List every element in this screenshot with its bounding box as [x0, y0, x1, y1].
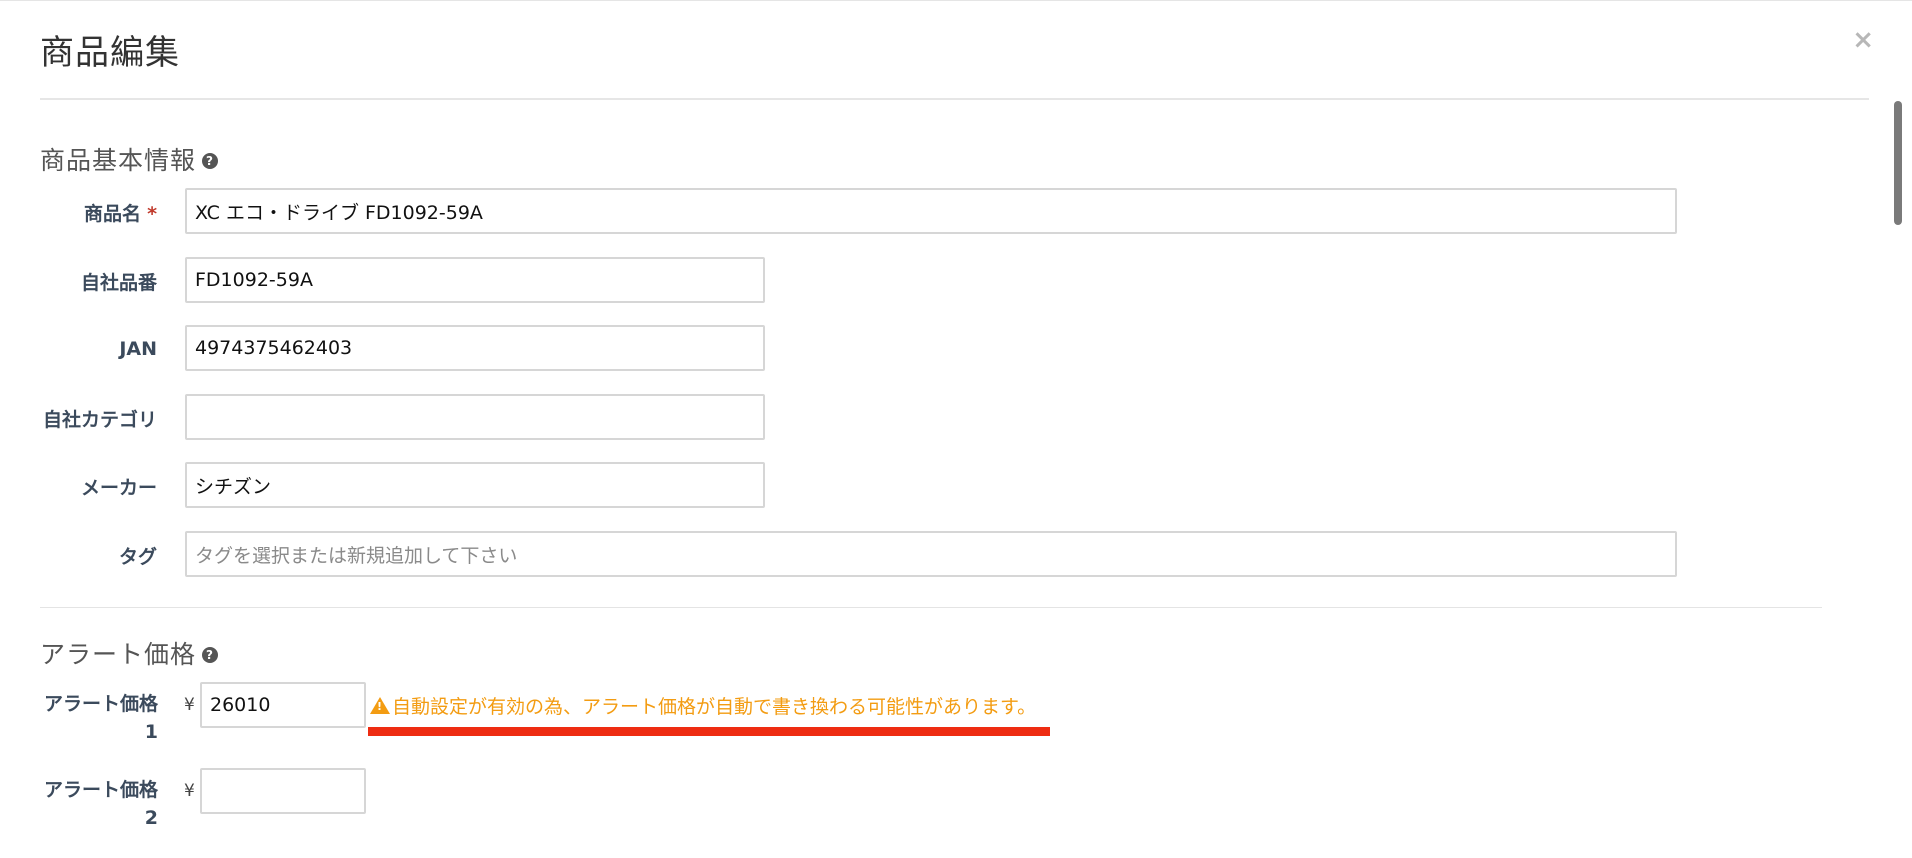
category-input[interactable]	[185, 394, 765, 440]
section-title-alert-price: アラート価格 ?	[40, 635, 219, 671]
field-label-maker: メーカー	[80, 476, 157, 499]
alert-price-2-label-line2: 2	[144, 807, 158, 829]
sku-input[interactable]: FD1092-59A	[185, 257, 765, 303]
tags-input[interactable]: タグを選択または新規追加して下さい	[185, 531, 1677, 577]
scrollbar-thumb[interactable]	[1894, 101, 1902, 225]
close-icon[interactable]: ×	[1852, 27, 1874, 53]
section-title-alert-price-text: アラート価格	[40, 640, 197, 669]
currency-symbol: ¥	[184, 781, 195, 801]
alert-price-1-label-line1: アラート価格	[43, 693, 158, 715]
field-label-category: 自社カテゴリ	[42, 408, 157, 431]
section-divider	[40, 607, 1822, 608]
auto-setting-warning: ! 自動設定が有効の為、アラート価格が自動で書き換わる可能性があります。	[370, 692, 1036, 719]
currency-symbol: ¥	[184, 695, 195, 715]
field-label-alert-price-2: アラート価格 2	[30, 776, 158, 832]
required-mark: *	[147, 202, 157, 225]
product-name-input[interactable]: XC エコ・ドライブ FD1092-59A	[185, 188, 1677, 234]
section-title-basic-info-text: 商品基本情報	[40, 146, 197, 175]
modal-title: 商品編集	[40, 33, 180, 73]
help-icon[interactable]: ?	[202, 647, 219, 663]
header-divider	[40, 98, 1869, 100]
field-label-jan: JAN	[119, 338, 157, 360]
field-row-sku: 自社品番	[0, 257, 157, 305]
maker-input[interactable]: シチズン	[185, 462, 765, 508]
highlight-underline	[368, 727, 1050, 736]
warning-icon: !	[370, 697, 390, 714]
alert-price-1-input[interactable]: 26010	[200, 682, 366, 728]
product-name-label-text: 商品名	[84, 202, 142, 225]
alert-price-2-label-line1: アラート価格	[43, 779, 158, 801]
field-row-product-name: 商品名 *	[0, 188, 157, 236]
field-row-category: 自社カテゴリ	[0, 394, 157, 442]
field-label-alert-price-1: アラート価格 1	[30, 690, 158, 746]
jan-input[interactable]: 4974375462403	[185, 325, 765, 371]
field-label-product-name: 商品名 *	[0, 199, 157, 226]
help-icon[interactable]: ?	[202, 153, 219, 169]
field-row-jan: JAN	[0, 325, 157, 373]
field-row-maker: メーカー	[0, 462, 157, 510]
alert-price-1-label-line2: 1	[144, 721, 158, 743]
alert-price-2-input[interactable]	[200, 768, 366, 814]
field-row-tags: タグ	[0, 531, 157, 579]
field-label-sku: 自社品番	[80, 271, 157, 294]
warning-text: 自動設定が有効の為、アラート価格が自動で書き換わる可能性があります。	[392, 696, 1037, 718]
field-label-tags: タグ	[118, 545, 157, 568]
section-title-basic-info: 商品基本情報 ?	[40, 141, 219, 177]
edit-product-modal: 商品編集 × 商品基本情報 ? 商品名 * XC エコ・ドライブ FD1092-5…	[0, 0, 1912, 858]
